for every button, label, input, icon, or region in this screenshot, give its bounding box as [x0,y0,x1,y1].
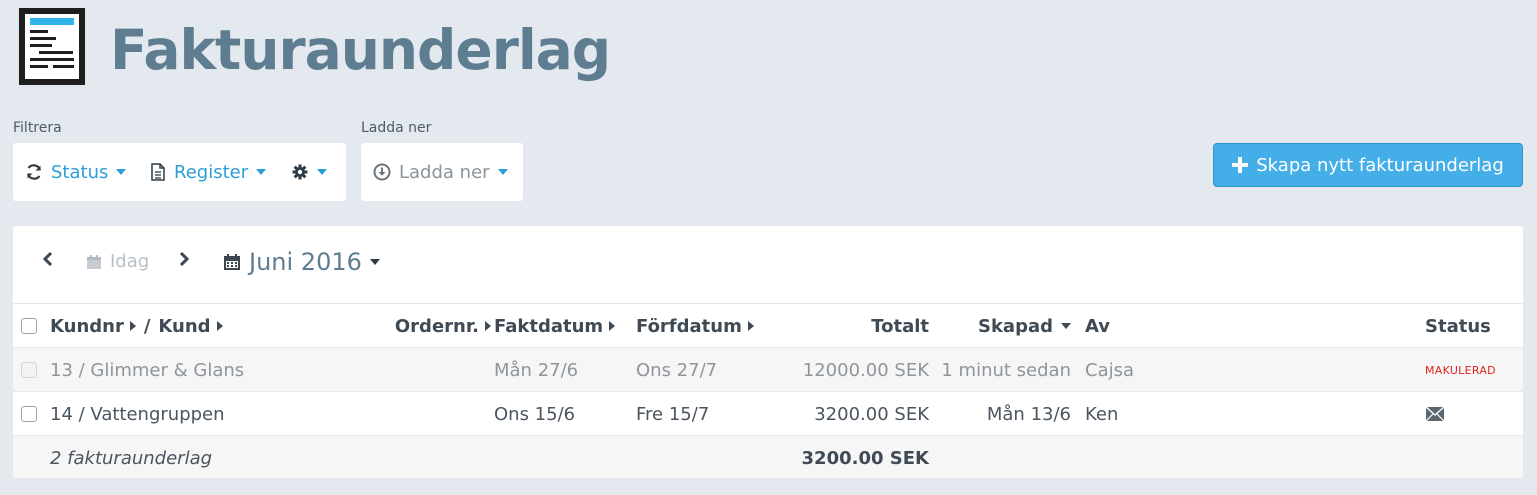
envelope-icon[interactable] [1426,407,1444,421]
row-invoice-date: Mån 27/6 [494,359,579,381]
register-filter-label: Register [174,161,249,183]
column-header-order[interactable]: Ordernr. [343,304,491,348]
column-header-status[interactable]: Status [1425,304,1491,348]
table-row[interactable]: 13 / Glimmer & Glans Mån 27/6 Ons 27/7 1… [13,348,1523,392]
column-header-customer-number: Kundnr [50,315,124,337]
caret-right-icon [129,321,136,331]
column-header-separator: / [143,315,151,337]
row-order [343,392,491,436]
chevron-right-icon [179,251,190,267]
column-header-order-label: Ordernr. [394,315,479,337]
column-header-created[interactable]: Skapad [933,304,1071,348]
calendar-navigation: Idag Juni 2016 [13,226,1523,304]
download-label: Ladda ner [361,120,432,136]
column-header-invoice-date[interactable]: Faktdatum [494,304,616,348]
filter-label: Filtrera [13,120,62,136]
settings-filter-button[interactable] [291,163,327,181]
invoice-document-icon [19,8,85,85]
download-icon [373,163,391,181]
row-invoice-date: Ons 15/6 [494,403,576,425]
row-created: Mån 13/6 [986,403,1071,425]
row-due-date: Fre 15/7 [636,403,710,425]
row-status: MAKULERAD [1425,348,1496,392]
invoice-table-card: Idag Juni 2016 Kundnr / Kund Ordernr. Fa… [13,226,1523,478]
chevron-down-icon [116,169,127,175]
column-header-due-date[interactable]: Förfdatum [636,304,754,348]
column-header-created-label: Skapad [978,315,1053,337]
row-status [1426,392,1444,436]
calendar-icon [224,254,240,270]
download-panel: Ladda ner [361,143,523,201]
download-button[interactable]: Ladda ner [373,162,508,183]
today-label: Idag [110,251,150,272]
footer-total: 3200.00 SEK [801,447,929,469]
row-total: 12000.00 SEK [802,359,929,381]
chevron-down-icon [369,259,380,265]
caret-right-icon [485,321,491,331]
row-checkbox[interactable] [21,392,37,436]
month-label: Juni 2016 [249,248,362,276]
chevron-down-icon [497,169,508,175]
gear-icon [292,164,308,180]
table-footer-row: 2 fakturaunderlag 3200.00 SEK [13,436,1523,478]
column-header-invoice-date-label: Faktdatum [494,315,604,337]
column-header-status-label: Status [1425,315,1491,337]
refresh-icon [26,164,42,180]
row-customer[interactable]: 14 / Vattengruppen [50,392,225,436]
row-total: 3200.00 SEK [814,403,929,425]
row-by: Cajsa [1085,359,1135,381]
column-header-by-label: Av [1085,315,1111,337]
download-button-label: Ladda ner [399,161,490,183]
page-title: Fakturaunderlag [110,18,611,82]
caret-right-icon [609,321,616,331]
create-invoice-label: Skapa nytt fakturaunderlag [1256,154,1504,176]
status-filter-button[interactable]: Status [25,161,127,183]
row-by: Ken [1085,403,1119,425]
column-header-customer[interactable]: Kundnr / Kund [50,304,223,348]
month-picker-button[interactable]: Juni 2016 [223,248,380,276]
chevron-left-icon [42,251,53,267]
filter-panel: Status Register [13,143,346,201]
row-due-date: Ons 27/7 [636,359,718,381]
row-customer[interactable]: 13 / Glimmer & Glans [50,348,244,392]
today-button[interactable]: Idag [86,251,149,272]
status-badge: MAKULERAD [1425,363,1496,377]
chevron-down-icon [317,169,327,175]
document-icon [151,163,165,181]
invoice-count: 2 fakturaunderlag [50,447,213,469]
status-filter-label: Status [51,161,109,183]
caret-right-icon [216,321,223,331]
row-created: 1 minut sedan [941,359,1071,381]
plus-icon [1232,157,1249,173]
column-header-total[interactable]: Totalt [773,304,929,348]
chevron-down-icon [256,169,267,175]
select-all-checkbox[interactable] [21,304,37,348]
column-header-due-date-label: Förfdatum [636,315,742,337]
register-filter-button[interactable]: Register [150,161,267,183]
create-invoice-button[interactable]: Skapa nytt fakturaunderlag [1213,143,1523,187]
next-month-button[interactable] [177,250,191,268]
caret-down-icon [1061,323,1071,329]
column-header-by[interactable]: Av [1085,304,1110,348]
table-header-row: Kundnr / Kund Ordernr. Faktdatum Förfdat… [13,304,1523,348]
column-header-customer-name: Kund [158,315,211,337]
table-row[interactable]: 14 / Vattengruppen Ons 15/6 Fre 15/7 320… [13,392,1523,436]
caret-right-icon [747,321,754,331]
calendar-icon [87,254,101,269]
column-header-total-label: Totalt [871,315,929,337]
previous-month-button[interactable] [41,250,55,268]
row-checkbox[interactable] [21,348,37,392]
row-order [343,348,491,392]
